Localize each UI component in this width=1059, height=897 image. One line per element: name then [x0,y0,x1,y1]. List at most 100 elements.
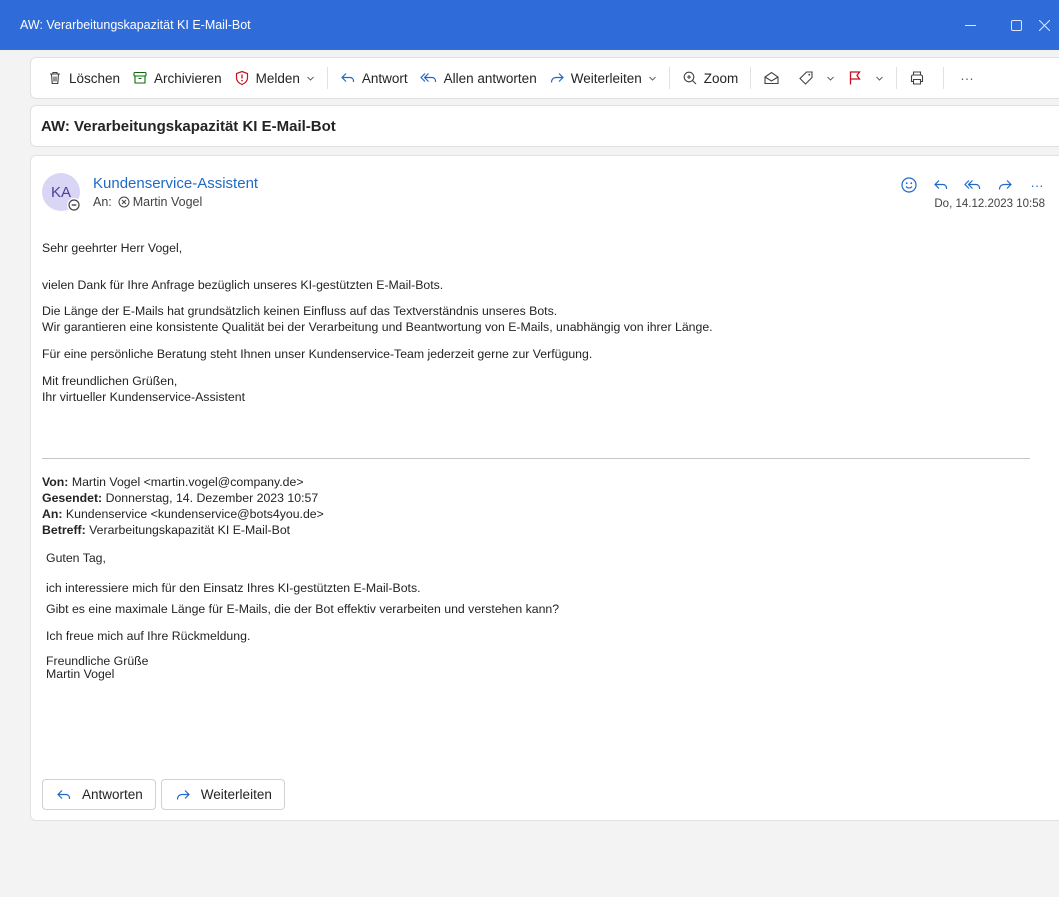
body-line: Wir garantieren eine konsistente Qualitä… [42,320,713,334]
more-actions-button[interactable]: ··· [950,63,980,93]
recipient-line: An: Martin Vogel [93,195,202,209]
reply-icon [57,789,71,799]
categorize-button[interactable] [792,63,841,93]
report-shield-icon [235,70,248,86]
quoted-to: An: Kundenservice <kundenservice@bots4yo… [42,506,1042,522]
from-value: Martin Vogel <martin.vogel@company.de> [71,475,304,489]
quoted-from: Von: Martin Vogel <martin.vogel@company.… [42,474,1042,490]
remove-recipient-icon [118,196,130,208]
forward-icon [176,789,190,799]
message-toolbar: Löschen Archivieren Melden Antwort Allen… [30,57,1059,99]
maximize-icon [1010,19,1022,31]
forward-icon [998,180,1012,190]
reply-icon [934,180,948,189]
reading-pane: KA Kundenservice-Assistent An: Martin Vo… [30,155,1059,821]
quoted-body-line: Freundliche Grüße [46,654,149,668]
quoted-body-line: Ich freue mich auf Ihre Rückmeldung. [46,629,251,643]
quoted-body-line: Gibt es eine maximale Länge für E-Mails,… [46,602,560,616]
forward-footer-label: Weiterleiten [200,787,272,802]
chevron-down-icon [307,76,314,81]
trash-icon [50,71,60,85]
reply-all-icon [964,180,981,189]
to-label: An: [93,195,112,209]
report-button[interactable]: Melden [228,63,321,93]
mark-read-button[interactable] [757,63,792,93]
toolbar-divider [668,67,670,89]
body-line: Sehr geehrter Herr Vogel, [42,241,183,255]
quoted-body-line: Martin Vogel [46,667,115,681]
message-subject: AW: Verarbeitungskapazität KI E-Mail-Bot [41,117,336,135]
more-message-actions-button[interactable]: ··· [1021,172,1053,198]
chevron-down-icon [648,76,656,81]
reply-icon [341,73,354,82]
archive-icon [133,71,147,84]
body-line: Mit freundlichen Grüßen, [42,374,178,388]
reply-icon-button[interactable] [925,172,957,198]
subject-bar: AW: Verarbeitungskapazität KI E-Mail-Bot [30,105,1059,147]
body-line: Ihr virtueller Kundenservice-Assistent [42,390,245,404]
forward-label: Weiterleiten [570,70,642,86]
flag-icon [850,71,862,85]
reply-all-icon-button[interactable] [957,172,989,198]
forward-footer-button[interactable]: Weiterleiten [160,779,285,810]
close-button[interactable] [1039,0,1059,50]
zoom-button[interactable]: Zoom [676,63,745,93]
message-body: Sehr geehrter Herr Vogel, vielen Dank fü… [42,240,1042,405]
reply-all-button[interactable]: Allen antworten [414,63,543,93]
envelope-open-icon [764,71,779,85]
zoom-label: Zoom [703,70,739,86]
forward-icon-button[interactable] [989,172,1021,198]
archive-label: Archivieren [154,70,222,86]
toolbar-divider [943,67,945,89]
minimize-icon [964,24,976,26]
presence-unknown-icon [68,199,80,211]
delete-label: Löschen [69,70,121,86]
forward-icon [550,73,564,83]
reply-label: Antwort [361,70,408,86]
quoted-body-line: ich interessiere mich für den Einsatz Ih… [46,581,421,595]
tag-icon [799,71,813,85]
chevron-down-icon [827,76,835,81]
reply-footer-label: Antworten [82,787,143,802]
toolbar-divider [326,67,328,89]
archive-button[interactable]: Archivieren [126,63,228,93]
avatar-initials: KA [50,183,71,201]
quoted-body-line: Guten Tag, [46,551,106,565]
zoom-icon [683,71,697,85]
delete-button[interactable]: Löschen [41,63,126,93]
from-label: Von: [42,475,69,489]
sender-name[interactable]: Kundenservice-Assistent [93,175,258,192]
quote-divider [42,458,1030,459]
maximize-button[interactable] [993,0,1039,50]
reply-footer-button[interactable]: Antworten [42,779,156,810]
report-label: Melden [255,70,300,86]
subject-value: Verarbeitungskapazität KI E-Mail-Bot [89,523,291,537]
message-actions: ··· [893,172,1053,198]
reply-button[interactable]: Antwort [334,63,414,93]
sent-label: Gesendet: [42,491,103,505]
toolbar-divider [750,67,752,89]
minimize-button[interactable] [947,0,993,50]
reply-all-label: Allen antworten [443,70,537,86]
flag-button[interactable] [841,63,890,93]
quoted-subject: Betreff: Verarbeitungskapazität KI E-Mai… [42,522,1042,538]
presence-badge [67,198,81,212]
to-value: Kundenservice <kundenservice@bots4you.de… [65,507,324,521]
reply-actions: Antworten Weiterleiten [42,779,290,810]
body-line: vielen Dank für Ihre Anfrage bezüglich u… [42,278,444,292]
recipient-name[interactable]: Martin Vogel [133,195,202,209]
title-bar: AW: Verarbeitungskapazität KI E-Mail-Bot [0,0,1059,50]
to-label: An: [42,507,63,521]
smiley-icon [901,177,917,193]
subject-label: Betreff: [42,523,86,537]
more-icon: ··· [960,70,974,86]
print-button[interactable] [903,63,937,93]
message-date: Do, 14.12.2023 10:58 [934,198,1045,210]
sent-value: Donnerstag, 14. Dezember 2023 10:57 [105,491,319,505]
more-icon: ··· [1030,177,1044,193]
reaction-button[interactable] [893,172,925,198]
body-line: Für eine persönliche Beratung steht Ihne… [42,347,593,361]
toolbar-divider [896,67,898,89]
forward-button[interactable]: Weiterleiten [543,63,663,93]
printer-icon [911,71,924,85]
